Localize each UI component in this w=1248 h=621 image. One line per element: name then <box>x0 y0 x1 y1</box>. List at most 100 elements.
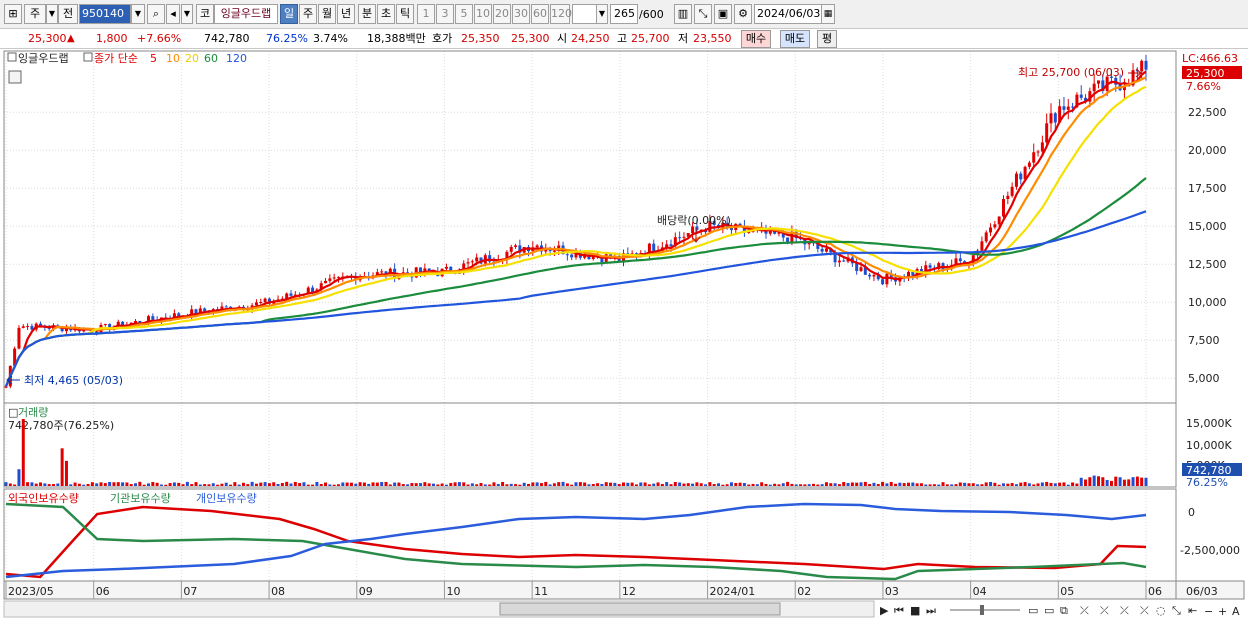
minute-30[interactable]: 30 <box>512 4 530 24</box>
volume-bar <box>518 484 522 486</box>
table-icon[interactable] <box>8 70 22 84</box>
volume-bar <box>682 483 686 486</box>
volume-bar <box>82 484 86 486</box>
volume-bar <box>993 482 997 486</box>
minute-60[interactable]: 60 <box>531 4 549 24</box>
zoom-handle[interactable] <box>980 605 984 615</box>
volume-bar <box>108 482 112 486</box>
period-month[interactable]: 월 <box>318 4 336 24</box>
candle-body <box>669 244 673 247</box>
volume-bar <box>704 484 708 486</box>
layout-icon[interactable]: ⊞ <box>4 4 22 24</box>
trade-amount: 18,388백만 <box>367 32 426 45</box>
volume-bar <box>760 482 764 486</box>
volume-bar <box>881 481 885 486</box>
lc-label: LC:466.63 <box>1182 52 1238 65</box>
candle-body <box>1019 173 1023 180</box>
save-icon[interactable]: ▣ <box>714 4 732 24</box>
volume-bar <box>1144 477 1148 486</box>
candle-icon[interactable]: ▥ <box>674 4 692 24</box>
volume-bar <box>574 482 578 486</box>
volume-bar <box>332 484 336 486</box>
volume-bar <box>634 484 638 486</box>
x-tick-label: 08 <box>271 585 285 598</box>
calendar-icon[interactable]: ▦ <box>821 4 835 24</box>
period-day[interactable]: 일 <box>280 4 298 24</box>
volume-bar <box>479 482 483 486</box>
minute-10[interactable]: 10 <box>474 4 492 24</box>
volume-bar <box>492 482 496 486</box>
volume-bar <box>803 484 807 486</box>
chevron-down-icon[interactable]: ▼ <box>181 4 193 24</box>
volume-bar <box>699 483 703 486</box>
type-select[interactable]: 주 <box>24 4 46 24</box>
search-icon[interactable]: ⌕ <box>147 4 165 24</box>
minute-5[interactable]: 5 <box>455 4 473 24</box>
volume-bar <box>954 484 958 486</box>
candle-body <box>224 306 228 308</box>
minute-3[interactable]: 3 <box>436 4 454 24</box>
sell-button[interactable]: 매도 <box>780 30 810 48</box>
stock-name: 잉글우드랩 <box>214 4 278 24</box>
candle-body <box>859 267 863 272</box>
volume-bar <box>613 482 617 486</box>
volume-bar <box>99 482 103 486</box>
x-tick-label: 10 <box>446 585 460 598</box>
stock-code-input[interactable]: 950140 <box>79 4 131 24</box>
volume-bar <box>777 484 781 486</box>
period-week[interactable]: 주 <box>299 4 317 24</box>
volume-bar <box>216 484 220 486</box>
chevron-down-icon[interactable]: ▼ <box>131 4 145 24</box>
candle-body <box>509 246 513 252</box>
minute-20[interactable]: 20 <box>493 4 511 24</box>
volume-bar <box>842 481 846 486</box>
chevron-down-icon[interactable]: ▼ <box>596 4 608 24</box>
scroll-thumb[interactable] <box>499 602 781 616</box>
avg-button[interactable]: 평 <box>817 30 837 48</box>
volume-bar <box>665 482 669 486</box>
volume-bar <box>1014 484 1018 486</box>
stock-chart[interactable]: 잉글우드랩 종가 단순 5 10 20 60 120 LC:466.63 25,… <box>0 49 1248 621</box>
x-tick-label: 11 <box>534 585 548 598</box>
candle-body <box>1010 186 1014 196</box>
period-year[interactable]: 년 <box>337 4 355 24</box>
tool-icon[interactable]: ⤡ <box>694 4 712 24</box>
minute-1[interactable]: 1 <box>417 4 435 24</box>
period-minute[interactable]: 분 <box>358 4 376 24</box>
volume-bar <box>220 483 224 486</box>
ask-price: 25,350 <box>461 32 500 45</box>
volume-bar <box>43 483 47 486</box>
volume-bar <box>436 484 440 486</box>
volume-bar <box>56 483 60 486</box>
volume-bar <box>410 483 414 486</box>
volume-bar <box>561 481 565 486</box>
minute-120[interactable]: 120 <box>550 4 572 24</box>
gear-icon[interactable]: ⚙ <box>734 4 752 24</box>
last-change-label: 7.66% <box>1186 80 1221 93</box>
volume-bar <box>1006 483 1010 486</box>
period-tick[interactable]: 틱 <box>396 4 414 24</box>
chart-tool-icon: ⤫ <box>1080 604 1089 617</box>
date-input[interactable]: 2024/06/03 <box>754 4 824 24</box>
volume-bar <box>203 484 207 486</box>
volume-bar <box>721 484 725 486</box>
volume-bar <box>349 482 353 486</box>
chevron-down-icon[interactable]: ▼ <box>46 4 58 24</box>
layout-icon: ▭ <box>1028 604 1038 617</box>
volume-bar <box>820 484 824 486</box>
speaker-icon[interactable]: ◂ <box>166 4 180 24</box>
volume-bar <box>660 483 664 486</box>
volume-bar <box>1097 476 1100 486</box>
market-select[interactable]: 전 <box>58 4 78 24</box>
volume-ratio-label: 76.25% <box>1186 476 1228 489</box>
volume-bar <box>280 483 284 486</box>
candle-body <box>678 237 682 239</box>
count-input[interactable]: 265 <box>610 4 638 24</box>
period-second[interactable]: 초 <box>377 4 395 24</box>
volume-bar <box>1053 483 1057 486</box>
volume-bar <box>289 483 293 486</box>
x-tick-label: 04 <box>973 585 987 598</box>
volume-bar <box>1058 482 1062 486</box>
volume-bar <box>488 484 492 486</box>
buy-button[interactable]: 매수 <box>741 30 771 48</box>
